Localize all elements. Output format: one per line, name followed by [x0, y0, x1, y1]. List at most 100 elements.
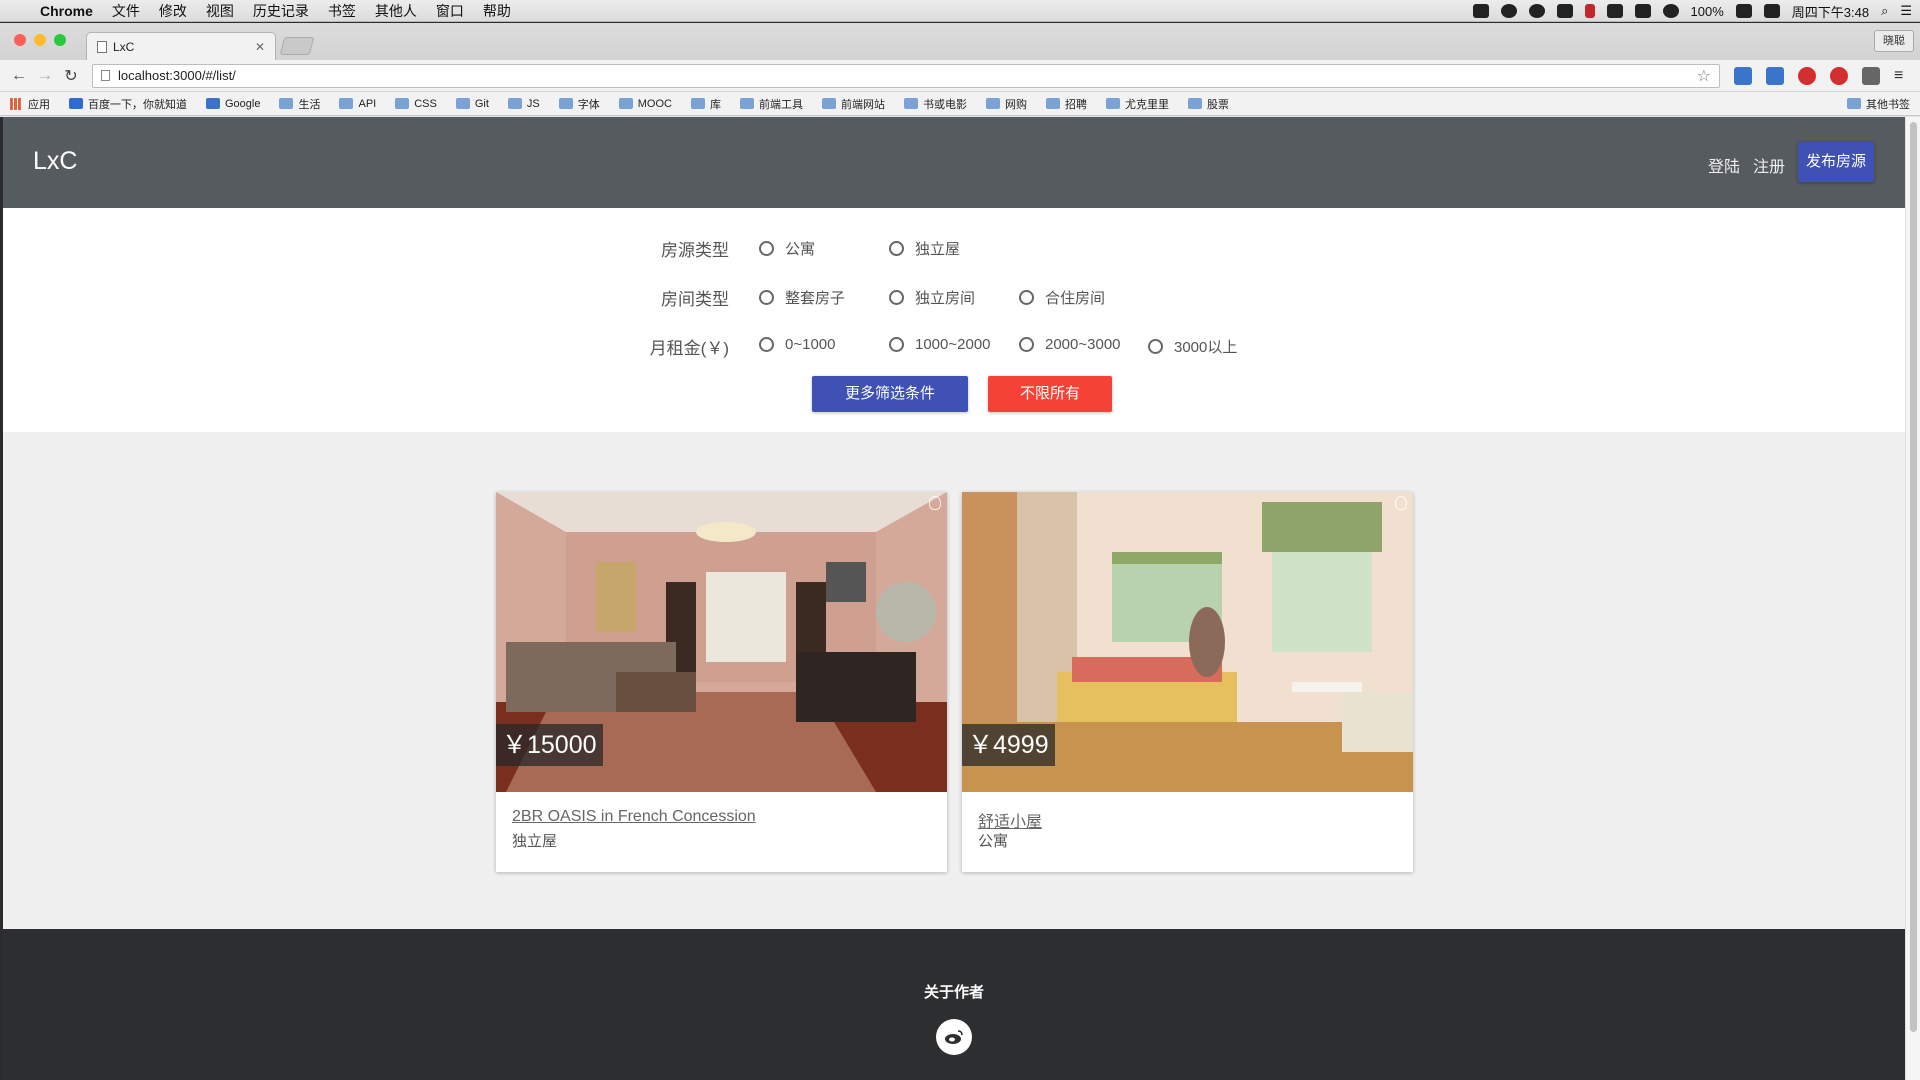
radio-circle-icon	[889, 241, 904, 256]
address-bar[interactable]: localhost:3000/#/list/ ☆	[92, 63, 1720, 88]
keyboard-icon[interactable]	[1634, 4, 1651, 18]
browser-tab-active[interactable]: LxC ✕	[86, 32, 276, 60]
minimize-window-icon[interactable]	[34, 34, 46, 46]
wifi-icon[interactable]	[1662, 4, 1679, 18]
airbnb-logo-icon	[1395, 496, 1407, 510]
listing-title-link[interactable]: 2BR OASIS in French Concession	[512, 808, 756, 826]
login-link[interactable]: 登陆	[1708, 153, 1740, 177]
close-window-icon[interactable]	[14, 34, 26, 46]
chat-icon[interactable]	[1472, 4, 1489, 18]
filter-label-room-type: 房间类型	[661, 290, 729, 309]
publish-listing-button[interactable]: 发布房源	[1798, 142, 1874, 182]
s-app-icon[interactable]	[1763, 4, 1780, 18]
penguin-icon[interactable]	[1500, 4, 1517, 18]
extension-record-icon[interactable]	[1798, 66, 1816, 85]
page-info-icon[interactable]	[101, 70, 110, 81]
menu-view[interactable]: 视图	[206, 1, 234, 21]
extension-translate-icon[interactable]	[1766, 66, 1784, 85]
m-icon[interactable]	[1528, 4, 1545, 18]
spotlight-search-icon[interactable]: ⌕	[1881, 3, 1888, 19]
reset-filters-button[interactable]: 不限所有	[988, 376, 1112, 412]
bookmark-folder[interactable]: 书或电影	[903, 96, 967, 112]
reload-icon[interactable]: ↻	[60, 66, 82, 86]
bookmark-folder[interactable]: 库	[690, 96, 721, 112]
bookmark-folder[interactable]: 前端网站	[821, 96, 885, 112]
menu-edit[interactable]: 修改	[159, 1, 187, 21]
extension-baidu-icon[interactable]	[1734, 66, 1752, 85]
listing-photo-bedroom[interactable]: ￥4999	[962, 492, 1413, 792]
menu-help[interactable]: 帮助	[483, 1, 511, 21]
back-arrow-icon[interactable]: ←	[8, 67, 30, 85]
folder-icon	[1045, 98, 1060, 109]
bookmark-folder[interactable]: JS	[507, 98, 540, 110]
radio-property-apartment[interactable]: 公寓	[759, 238, 815, 259]
listing-title-link[interactable]: 舒适小屋	[978, 808, 1042, 832]
extension-screenshot-icon[interactable]	[1862, 66, 1880, 85]
bookmark-folder[interactable]: 股票	[1187, 96, 1229, 112]
chrome-menu-icon[interactable]: ≡	[1894, 67, 1903, 85]
weibo-icon[interactable]	[936, 1019, 972, 1055]
bookmark-folder[interactable]: 招聘	[1045, 96, 1087, 112]
profile-button[interactable]: 晓聪	[1874, 30, 1914, 52]
bookmark-folder[interactable]: 尤克里里	[1105, 96, 1169, 112]
folder-icon	[821, 98, 836, 109]
menu-window[interactable]: 窗口	[436, 1, 464, 21]
bookmark-apps[interactable]: 应用	[10, 96, 50, 112]
parallels-icon[interactable]	[1584, 4, 1595, 18]
radio-room-shared[interactable]: 合住房间	[1019, 287, 1105, 308]
maximize-window-icon[interactable]	[54, 34, 66, 46]
bookmark-star-icon[interactable]: ☆	[1697, 66, 1711, 86]
bookmark-folder[interactable]: MOOC	[618, 98, 672, 110]
listing-photo-living-room[interactable]: ￥15000	[496, 492, 947, 792]
extension-adblock-icon[interactable]	[1830, 66, 1848, 85]
bookmark-folder[interactable]: 前端工具	[739, 96, 803, 112]
bookmark-google[interactable]: Google	[206, 98, 260, 110]
bookmark-folder[interactable]: CSS	[395, 98, 437, 110]
new-tab-button[interactable]	[279, 37, 315, 55]
radio-rent-1000-2000[interactable]: 1000~2000	[889, 336, 991, 353]
listing-price: ￥4999	[962, 724, 1055, 766]
menu-app-name[interactable]: Chrome	[40, 3, 93, 19]
bookmarks-bar: 应用 百度一下，你就知道 Google 生活 API CSS Git JS 字体…	[0, 92, 1920, 116]
radio-property-house[interactable]: 独立屋	[889, 238, 960, 259]
menu-file[interactable]: 文件	[112, 1, 140, 21]
bookmark-baidu[interactable]: 百度一下，你就知道	[69, 96, 187, 112]
menu-history[interactable]: 历史记录	[253, 1, 309, 21]
battery-icon[interactable]	[1735, 4, 1752, 18]
site-footer: 关于作者	[3, 929, 1905, 1080]
page-scrollbar[interactable]	[1905, 117, 1920, 1080]
bookmark-folder[interactable]: 生活	[279, 96, 320, 112]
listing-card[interactable]: ￥15000 2BR OASIS in French Concession 独立…	[496, 492, 947, 872]
clock[interactable]: 周四下午3:48	[1792, 2, 1869, 21]
browser-window: LxC ✕ 晓聪 ← → ↻ localhost:3000/#/list/ ☆ …	[0, 23, 1920, 117]
more-filters-button[interactable]: 更多筛选条件	[812, 376, 968, 412]
bookmark-folder[interactable]: 字体	[558, 96, 600, 112]
tab-title: LxC	[113, 39, 135, 54]
radio-room-entire[interactable]: 整套房子	[759, 287, 845, 308]
register-link[interactable]: 注册	[1753, 153, 1785, 177]
close-tab-icon[interactable]: ✕	[255, 40, 265, 54]
radio-rent-2000-3000[interactable]: 2000~3000	[1019, 336, 1121, 353]
macos-menu-bar: Chrome 文件 修改 视图 历史记录 书签 其他人 窗口 帮助 100% 周…	[0, 0, 1920, 22]
site-logo[interactable]: LxC	[33, 147, 77, 176]
menu-people[interactable]: 其他人	[375, 1, 417, 21]
scrollbar-thumb[interactable]	[1910, 122, 1917, 1032]
airplay-icon[interactable]	[1606, 4, 1623, 18]
menu-bookmarks[interactable]: 书签	[328, 1, 356, 21]
radio-room-private[interactable]: 独立房间	[889, 287, 975, 308]
notification-center-icon[interactable]: ☰	[1900, 3, 1912, 19]
radio-rent-0-1000[interactable]: 0~1000	[759, 336, 835, 353]
bookmark-folder[interactable]: Git	[455, 98, 489, 110]
forward-arrow-icon[interactable]: →	[34, 67, 56, 85]
listing-type: 公寓	[978, 833, 1009, 850]
airbnb-logo-icon	[929, 496, 941, 510]
cloud-icon[interactable]	[1556, 4, 1573, 18]
folder-icon	[903, 98, 918, 109]
bookmark-folder[interactable]: API	[339, 98, 376, 110]
listing-card[interactable]: ￥4999 舒适小屋 公寓	[962, 492, 1413, 872]
listing-price: ￥15000	[496, 724, 603, 766]
radio-rent-3000-plus[interactable]: 3000以上	[1148, 336, 1237, 357]
bookmark-folder[interactable]: 网购	[985, 96, 1027, 112]
url-text[interactable]: localhost:3000/#/list/	[118, 68, 1697, 83]
other-bookmarks[interactable]: 其他书签	[1847, 96, 1910, 112]
